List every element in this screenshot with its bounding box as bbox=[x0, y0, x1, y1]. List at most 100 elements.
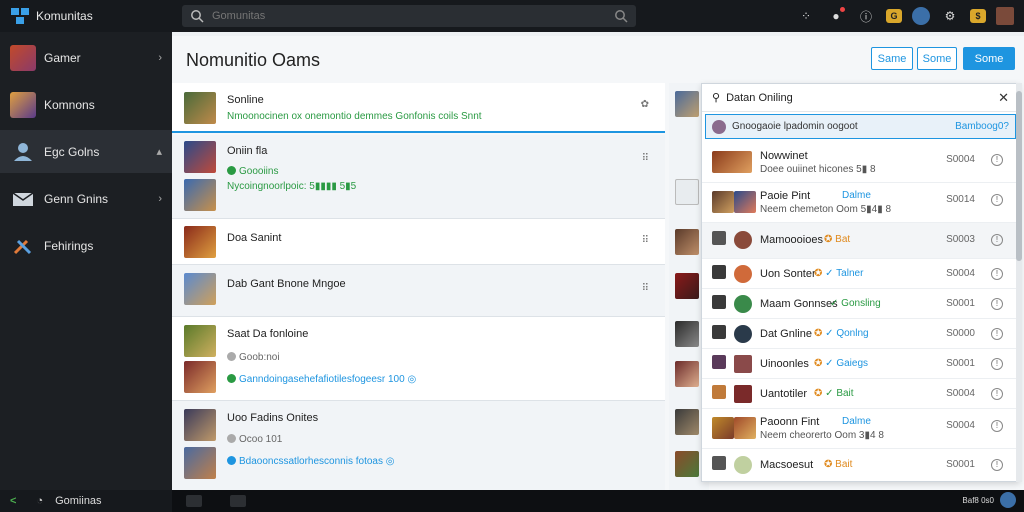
info-icon[interactable]: ! bbox=[991, 459, 1003, 471]
list-item[interactable]: Uoo Fadins Onites Ocoo 101 Bdaooncssatlo… bbox=[172, 401, 665, 490]
popup-row[interactable]: Uantotiler ✪ ✓ Bait S0004 ! bbox=[702, 379, 1019, 409]
favorite-icon[interactable]: ✿ bbox=[641, 99, 649, 110]
highlight-action[interactable]: Bamboog0? bbox=[955, 121, 1009, 132]
status-text: Qonlng bbox=[836, 328, 869, 339]
info-icon[interactable]: ! bbox=[991, 234, 1003, 246]
status-text: Gaiegs bbox=[836, 358, 869, 369]
popup-row[interactable]: Uon Sonter ✪ ✓ Talner S0004 ! bbox=[702, 259, 1019, 289]
tray-avatar-icon[interactable] bbox=[1000, 492, 1016, 508]
sidebar-item-komnons[interactable]: Komnons bbox=[0, 83, 172, 126]
game-thumbnail bbox=[184, 273, 216, 305]
avatar bbox=[712, 151, 752, 173]
search-submit-icon[interactable] bbox=[614, 9, 628, 23]
info-icon[interactable]: ! bbox=[991, 328, 1003, 340]
app-logo-icon bbox=[11, 8, 29, 24]
popup-row[interactable]: Dat Gnline ✪ ✓ Qonlng S0000 ! bbox=[702, 319, 1019, 349]
info-icon[interactable]: ! bbox=[991, 268, 1003, 280]
info-icon[interactable]: ! bbox=[991, 420, 1003, 432]
status-text: Talner bbox=[836, 268, 864, 279]
row-name: Mamoooioes bbox=[760, 234, 823, 246]
game-thumbnail bbox=[184, 447, 216, 479]
item-status: Goob:noi bbox=[227, 352, 280, 363]
coin-icon[interactable]: G bbox=[886, 9, 902, 23]
sidebar-item-genn-gnins[interactable]: Genn Gnins › bbox=[0, 177, 172, 220]
row-status: ✪ Bat bbox=[824, 234, 851, 245]
user-avatar[interactable] bbox=[912, 7, 930, 25]
row-id: S0004 bbox=[946, 268, 975, 279]
row-id: S0001 bbox=[946, 298, 975, 309]
chevron-up-icon: ▴ bbox=[156, 146, 162, 158]
popup-row[interactable]: Uinoonles ✪ ✓ Gaiegs S0001 ! bbox=[702, 349, 1019, 379]
sidebar-item-label: Komnons bbox=[44, 97, 95, 112]
status-text: Goooiins bbox=[239, 166, 279, 177]
row-sub: Doee ouiinet hicones 5▮ 8 bbox=[760, 164, 876, 175]
sidebar-item-label: Egc Golns bbox=[44, 144, 100, 159]
drag-handle-icon[interactable]: ⠿ bbox=[642, 153, 649, 164]
info-icon[interactable]: ! bbox=[991, 194, 1003, 206]
settings-icon[interactable]: ⚙ bbox=[940, 6, 960, 26]
row-status: ✪ ✓ Talner bbox=[814, 268, 864, 279]
taskbar-icon[interactable] bbox=[230, 495, 246, 507]
user-icon bbox=[14, 142, 32, 161]
avatar bbox=[734, 417, 756, 439]
popup-row[interactable]: Macsoesut ✪ Bait S0001 ! bbox=[702, 449, 1019, 481]
game-thumbnail bbox=[675, 91, 699, 117]
chevron-right-icon: › bbox=[158, 51, 162, 64]
list-item[interactable]: Oniin fla Goooiins Nycoingnoorlpoic: 5▮▮… bbox=[172, 135, 665, 219]
sidebar-item-label: Fehirings bbox=[44, 238, 94, 253]
wallet-icon[interactable]: $ bbox=[970, 9, 986, 23]
popup-row[interactable]: Mamoooioes ✪ Bat S0003 ! bbox=[702, 223, 1019, 259]
tools-icon bbox=[13, 239, 32, 254]
status-text: Ocoo 101 bbox=[239, 434, 283, 445]
sidebar-item-egc-golns[interactable]: Egc Golns ▴ bbox=[0, 130, 172, 173]
info-icon[interactable]: ! bbox=[991, 154, 1003, 166]
info-icon[interactable]: ⓘ bbox=[856, 6, 876, 26]
row-id: S0003 bbox=[946, 234, 975, 245]
some-primary-button[interactable]: Some bbox=[963, 47, 1015, 70]
info-icon[interactable]: ! bbox=[991, 358, 1003, 370]
list-item[interactable]: Doa Sanint ⠿ bbox=[172, 219, 665, 265]
profile-icon[interactable] bbox=[996, 7, 1014, 25]
popup-row[interactable]: Nowwinet Doee ouiinet hicones 5▮ 8 S0004… bbox=[702, 142, 1019, 183]
notification-icon[interactable]: ● bbox=[826, 6, 846, 26]
list-item[interactable]: Sonline Nmoonocinen ox onemontio demmes … bbox=[172, 83, 665, 133]
item-status: Ocoo 101 bbox=[227, 434, 282, 445]
sidebar-item-label: Gamer bbox=[44, 50, 81, 65]
brand[interactable]: Komunitas bbox=[0, 7, 172, 25]
popup-row[interactable]: Paoie Pint Dalme Neem chemeton Oom 5▮4▮ … bbox=[702, 183, 1019, 223]
popup-header: ⚲ Datan Oniling ✕ bbox=[702, 84, 1019, 112]
popup-row[interactable]: Paoonn Fint Dalme Neem cheorerto Oom 3▮4… bbox=[702, 409, 1019, 449]
scrollbar-thumb[interactable] bbox=[1016, 91, 1022, 261]
sidebar-footer[interactable]: < ◔ Gomiinas bbox=[0, 490, 172, 512]
info-icon[interactable]: ! bbox=[991, 298, 1003, 310]
status-text: Gonsling bbox=[841, 298, 881, 309]
check-icon bbox=[227, 374, 236, 383]
search-input[interactable] bbox=[212, 10, 614, 22]
item-title: Uoo Fadins Onites bbox=[227, 412, 319, 424]
avatar bbox=[734, 265, 752, 283]
avatar bbox=[734, 385, 752, 403]
drag-handle-icon[interactable]: ⠿ bbox=[642, 283, 649, 294]
game-thumbnail bbox=[675, 273, 699, 299]
popup-scrollbar[interactable] bbox=[1016, 83, 1022, 482]
sword-icon bbox=[10, 91, 36, 118]
drag-handle-icon[interactable]: ⠿ bbox=[642, 235, 649, 246]
list-item[interactable]: Saat Da fonloine Goob:noi Ganndoingasehe… bbox=[172, 317, 665, 401]
info-icon[interactable]: ! bbox=[991, 388, 1003, 400]
game-thumbnail bbox=[184, 325, 216, 357]
popup-highlight-row[interactable]: Gnoogaoie lpadomin oogoot Bamboog0? bbox=[705, 114, 1016, 139]
search-bar[interactable] bbox=[182, 5, 636, 27]
popup-row[interactable]: Maam Gonnses ✓ Gonsling S0001 ! bbox=[702, 289, 1019, 319]
list-item[interactable]: Dab Gant Bnone Mngoe ⠿ bbox=[172, 265, 665, 317]
item-subtitle: Ganndoingasehefafiotilesfogeesr 100 ◎ bbox=[227, 374, 416, 385]
avatar bbox=[712, 295, 726, 309]
same-button[interactable]: Same bbox=[871, 47, 913, 70]
some-outline-button[interactable]: Some bbox=[917, 47, 957, 70]
sidebar-item-fehirings[interactable]: Fehirings bbox=[0, 224, 172, 267]
game-thumbnail bbox=[675, 451, 699, 477]
taskbar-icon[interactable] bbox=[186, 495, 202, 507]
grid-icon[interactable]: ⁘ bbox=[796, 6, 816, 26]
game-thumbnail bbox=[675, 361, 699, 387]
sidebar-item-gamer[interactable]: Gamer › bbox=[0, 36, 172, 79]
close-icon[interactable]: ✕ bbox=[998, 90, 1009, 106]
